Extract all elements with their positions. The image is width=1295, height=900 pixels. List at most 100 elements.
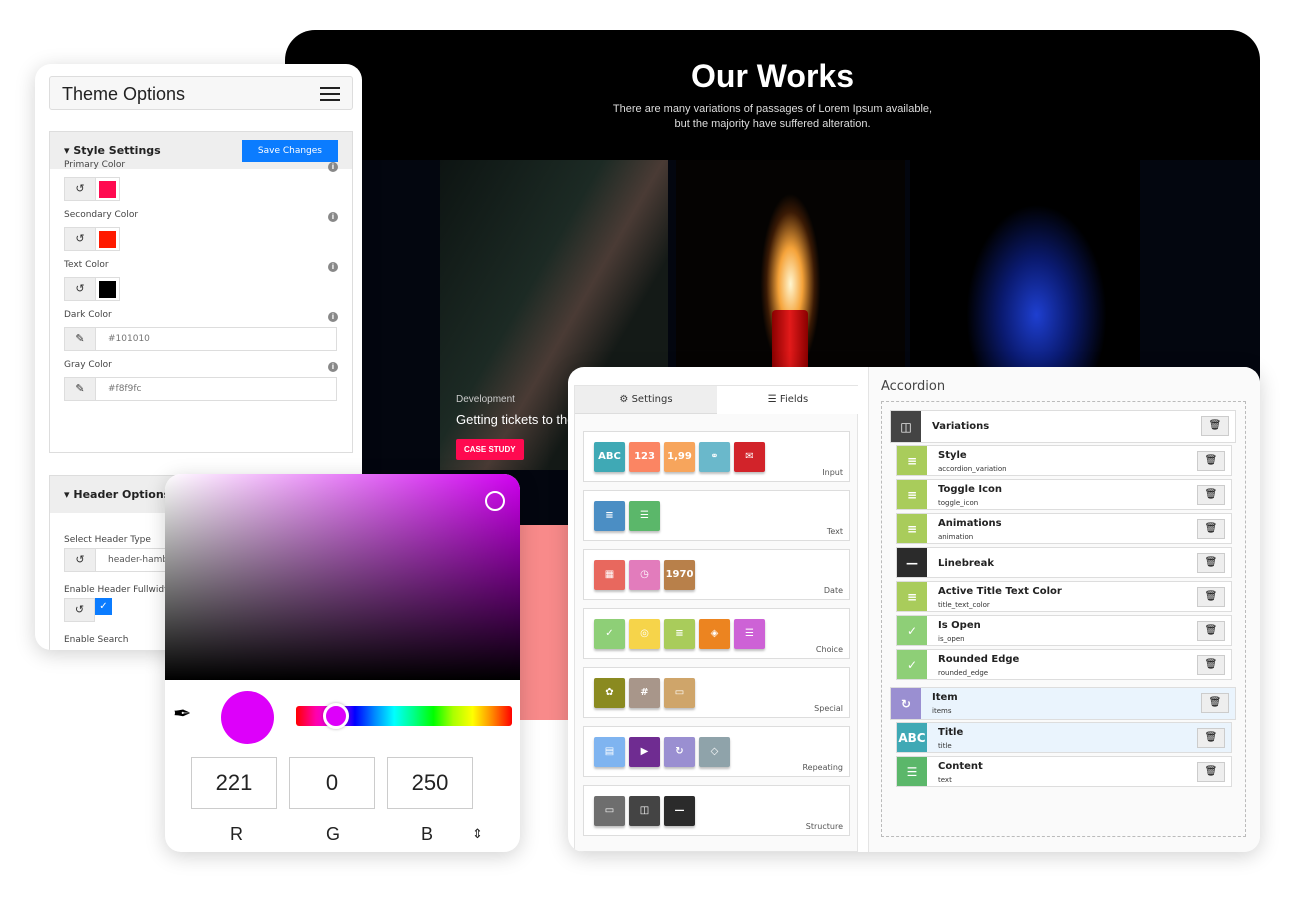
case-study-button[interactable]: CASE STUDY xyxy=(456,439,524,460)
field-row[interactable]: ≡ Toggle Icon toggle_icon 🗑 xyxy=(896,479,1232,510)
trash-icon[interactable]: 🗑 xyxy=(1197,553,1225,573)
color-swatch[interactable] xyxy=(99,281,116,298)
field-type-icon[interactable]: ▭ xyxy=(594,796,625,826)
field-type-icon: ≡ xyxy=(897,446,927,475)
info-icon[interactable]: i xyxy=(328,162,338,172)
field-row[interactable]: ☰ Content text 🗑 xyxy=(896,756,1232,787)
reset-icon[interactable]: ↺ xyxy=(65,549,96,571)
color-input[interactable] xyxy=(96,328,336,350)
field-label: Enable Search xyxy=(64,635,129,645)
field-type-icon[interactable]: — xyxy=(664,796,695,826)
save-changes-button[interactable]: Save Changes xyxy=(241,140,338,162)
trash-icon[interactable]: 🗑 xyxy=(1197,451,1225,471)
field-type-icon[interactable]: ◎ xyxy=(629,619,660,649)
field-type-icon[interactable]: ◇ xyxy=(699,737,730,767)
green-input[interactable]: 0 xyxy=(289,757,375,809)
field-row[interactable]: ↻ Item items 🗑 xyxy=(890,687,1236,720)
pencil-icon[interactable]: ✎ xyxy=(65,378,96,400)
info-icon[interactable]: i xyxy=(328,312,338,322)
field-label: Select Header Type xyxy=(64,535,151,545)
info-icon[interactable]: i xyxy=(328,262,338,272)
style-settings-heading[interactable]: ▾ Style Settings xyxy=(64,144,161,157)
field-row[interactable]: ≡ Active Title Text Color title_text_color… xyxy=(896,581,1232,612)
field-type-icon[interactable]: 1970 xyxy=(664,560,695,590)
blue-input[interactable]: 250 xyxy=(387,757,473,809)
field-row[interactable]: ✓ Is Open is_open 🗑 xyxy=(896,615,1232,646)
reset-icon[interactable]: ↺ xyxy=(64,598,95,622)
field-type-icon[interactable]: ▦ xyxy=(594,560,625,590)
color-picker: ✒ 221 0 250 R G B ⇕ xyxy=(165,474,520,852)
field-group-structure: ▭ ◫ — Structure xyxy=(583,785,850,836)
field-row[interactable]: ✓ Rounded Edge rounded_edge 🗑 xyxy=(896,649,1232,680)
field-row[interactable]: ABC Title title 🗑 xyxy=(896,722,1232,753)
field-type-icon[interactable]: ☰ xyxy=(629,501,660,531)
color-input[interactable] xyxy=(96,378,336,400)
trash-icon[interactable]: 🗑 xyxy=(1197,519,1225,539)
fullwidth-checkbox[interactable]: ✓ xyxy=(95,598,112,615)
info-icon[interactable]: i xyxy=(328,362,338,372)
reset-icon[interactable]: ↺ xyxy=(65,228,96,250)
menu-icon[interactable] xyxy=(320,87,340,101)
field-type-icon[interactable]: ▤ xyxy=(594,737,625,767)
field-type-icon[interactable]: ☰ xyxy=(734,619,765,649)
field-group-date: ▦ ◷ 1970 Date xyxy=(583,549,850,600)
field-type-icon[interactable]: ✿ xyxy=(594,678,625,708)
field-key: accordion_variation xyxy=(938,465,1007,473)
field-type-icon[interactable]: ABC xyxy=(594,442,625,472)
tab-fields[interactable]: ☰ Fields xyxy=(717,386,859,414)
drop-zone[interactable]: ◫ Variations 🗑 ≡ Style accordion_variation 🗑 ≡ T… xyxy=(881,401,1246,837)
field-type-icon[interactable]: ◫ xyxy=(629,796,660,826)
mode-toggle-icon[interactable]: ⇕ xyxy=(472,826,483,842)
field-type-icon[interactable]: # xyxy=(629,678,660,708)
field-row[interactable]: ≡ Animations animation 🗑 xyxy=(896,513,1232,544)
field-row[interactable]: ◫ Variations 🗑 xyxy=(890,410,1236,443)
pencil-icon[interactable]: ✎ xyxy=(65,328,96,350)
trash-icon[interactable]: 🗑 xyxy=(1201,693,1229,713)
saturation-handle[interactable] xyxy=(485,491,505,511)
works-subtitle: There are many variations of passages of… xyxy=(612,103,933,130)
field-label: Secondary Color xyxy=(64,210,139,220)
field-type-icon[interactable]: ◷ xyxy=(629,560,660,590)
field-type-icon[interactable]: ↻ xyxy=(664,737,695,767)
field-title: Active Title Text Color xyxy=(938,586,1062,597)
hue-handle[interactable] xyxy=(323,703,349,729)
field-key: animation xyxy=(938,533,974,541)
field-row[interactable]: ≡ Style accordion_variation 🗑 xyxy=(896,445,1232,476)
field-type-icon[interactable]: ≡ xyxy=(594,501,625,531)
trash-icon[interactable]: 🗑 xyxy=(1197,621,1225,641)
trash-icon[interactable]: 🗑 xyxy=(1201,416,1229,436)
tab-settings[interactable]: ⚙ Settings xyxy=(575,386,717,414)
field-row[interactable]: — Linebreak 🗑 xyxy=(896,547,1232,578)
field-group-input: ABC 123 1,99 ⚭ ✉ Input xyxy=(583,431,850,482)
works-title: Our Works xyxy=(691,58,854,94)
reset-icon[interactable]: ↺ xyxy=(65,278,96,300)
field-key: text xyxy=(938,776,952,784)
red-input[interactable]: 221 xyxy=(191,757,277,809)
field-type-icon[interactable]: 1,99 xyxy=(664,442,695,472)
trash-icon[interactable]: 🗑 xyxy=(1197,587,1225,607)
field-type-icon[interactable]: 123 xyxy=(629,442,660,472)
field-group-special: ✿ # ▭ Special xyxy=(583,667,850,718)
field-type-icon[interactable]: ✉ xyxy=(734,442,765,472)
eyedropper-icon[interactable]: ✒ xyxy=(173,702,191,727)
field-type-icon[interactable]: ⚭ xyxy=(699,442,730,472)
field-type-icon[interactable]: ✓ xyxy=(594,619,625,649)
field-type-icon[interactable]: ≡ xyxy=(664,619,695,649)
trash-icon[interactable]: 🗑 xyxy=(1197,728,1225,748)
info-icon[interactable]: i xyxy=(328,212,338,222)
field-key: title xyxy=(938,742,952,750)
color-swatch[interactable] xyxy=(99,181,116,198)
accordion-title: Accordion xyxy=(881,379,946,394)
field-type-icon[interactable]: ▭ xyxy=(664,678,695,708)
reset-icon[interactable]: ↺ xyxy=(65,178,96,200)
color-swatch[interactable] xyxy=(99,231,116,248)
group-label: Structure xyxy=(805,822,843,831)
field-label: Enable Header Fullwidth xyxy=(64,585,174,595)
trash-icon[interactable]: 🗑 xyxy=(1197,485,1225,505)
field-type-icon[interactable]: ▶ xyxy=(629,737,660,767)
saturation-area[interactable] xyxy=(165,474,520,680)
trash-icon[interactable]: 🗑 xyxy=(1197,655,1225,675)
field-type-icon[interactable]: ◈ xyxy=(699,619,730,649)
trash-icon[interactable]: 🗑 xyxy=(1197,762,1225,782)
header-options-heading[interactable]: ▾ Header Options xyxy=(64,488,170,501)
